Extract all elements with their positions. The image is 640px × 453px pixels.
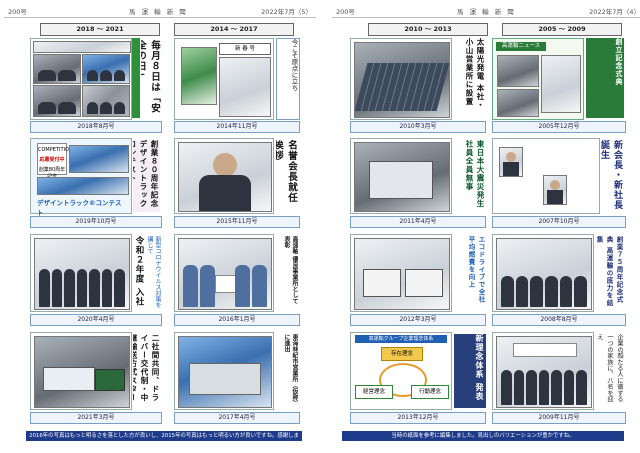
photo — [497, 89, 539, 117]
article-clipping — [492, 234, 594, 312]
issue-caption: 2018年8月号 — [30, 121, 162, 133]
issue-caption: 2011年4月号 — [350, 216, 486, 228]
issue-caption: 2015年11月号 — [174, 216, 300, 228]
article-clipping — [492, 138, 600, 214]
subheadline: 新型コロナウイルス対策を講じて — [147, 236, 161, 308]
issue-caption: 2007年10月号 — [492, 216, 626, 228]
issue-caption: 2009年11月号 — [492, 412, 626, 424]
issue-date: 2022年7月（4） — [589, 8, 640, 16]
photo — [33, 41, 131, 53]
poster-image — [181, 47, 217, 105]
photo — [497, 55, 539, 87]
editor-note: 当時の紙面を参考に編集しました。見出しのバリエーションが豊かですね。 — [342, 431, 624, 441]
column-range-heading: 2018 〜 2021 — [40, 23, 160, 36]
group-photo — [178, 238, 272, 310]
headline: 令和２年度 入社式 — [134, 236, 144, 307]
portrait-photo — [499, 147, 523, 177]
headline: 二社間共同、ドライバー交代制・中継輸送方式スタート — [133, 334, 160, 402]
issue-caption: 2005年12月号 — [492, 121, 626, 133]
photo — [33, 54, 81, 84]
photo — [82, 85, 130, 117]
issue-caption: 2017年4月号 — [174, 412, 300, 424]
article-clipping — [350, 138, 452, 214]
issue-caption: 2012年3月号 — [350, 314, 486, 326]
article-clipping: COMPETITION 応募受付中 創業80周年記念 デザイントラック®コンテス… — [30, 138, 132, 217]
issue-caption: 2020年4月号 — [30, 314, 162, 326]
contest-logo: COMPETITION 応募受付中 創業80周年記念 — [37, 143, 73, 180]
building-photo — [178, 336, 272, 408]
contest-label: デザイントラック®コンテスト — [37, 199, 122, 217]
paper-name: 馬 運 輸 新 聞 — [457, 8, 516, 16]
ceremony-photo — [496, 238, 592, 310]
headline: 毎月８日は「安全の日」 — [141, 40, 160, 114]
issue-caption: 2021年3月号 — [30, 412, 162, 424]
headline: 新理念体系 発表 — [454, 334, 486, 408]
headline: 企業の顔たる人に徹する 一つの家族に、八名を迎え — [596, 334, 623, 403]
editor-note: 2016年の写真はもっと明るさを落とした方が良いし、2015年の写真はもっと明る… — [26, 431, 302, 449]
news-logo: 高運輸ニュース — [496, 42, 546, 51]
headline: 高速軸 優良事業所として表彰 — [283, 236, 298, 305]
truck-photo — [34, 336, 130, 408]
article-clipping — [174, 332, 274, 410]
headline: 東海林紀市営業所（仮称）に進出 — [283, 334, 298, 406]
headline: エコドライブで全社平均燃費を向上 — [467, 236, 485, 304]
issue-caption: 2014年11月号 — [174, 121, 300, 133]
article-clipping — [350, 234, 452, 312]
group-photo — [496, 336, 592, 408]
page-header: 200号 馬 運 輸 新 聞 2022年7月（4） — [332, 5, 640, 18]
article-clipping — [174, 138, 274, 214]
article-clipping — [350, 38, 452, 120]
article-clipping — [30, 234, 132, 312]
damage-photo — [354, 142, 450, 212]
article-clipping: 高運輸ニュース — [492, 38, 584, 120]
article-clipping — [30, 332, 132, 410]
page-number: 200号 — [336, 8, 355, 16]
headline: 創業８０周年記念 デザイントラック コンテスト — [133, 140, 160, 212]
page-number: 200号 — [8, 8, 27, 16]
portrait-photo — [543, 175, 567, 205]
issue-caption: 2016年1月号 — [174, 314, 300, 326]
truck-image — [37, 177, 129, 195]
group-photo — [34, 238, 130, 310]
column-range-heading: 2010 〜 2013 — [368, 23, 488, 36]
article-clipping — [174, 234, 274, 312]
right-page: 200号 馬 運 輸 新 聞 2022年7月（4） 2010 〜 2013 20… — [332, 0, 640, 453]
article-clipping — [30, 38, 132, 120]
issue-caption: 2013年12月号 — [350, 412, 486, 424]
issue-caption: 2019年10月号 — [30, 216, 162, 228]
vehicle-photo — [354, 238, 450, 310]
article-clipping — [492, 332, 594, 410]
text-block — [219, 57, 271, 117]
headline: 名誉会長就任 挨拶 — [276, 140, 297, 212]
left-page: 200号 馬 運 輸 新 聞 2022年7月（5） 2018 〜 2021 20… — [4, 0, 316, 453]
diagram-heading: 高運輸グループ企業理念体系 — [355, 335, 447, 343]
diagram-node: 存在理念 — [381, 347, 423, 361]
article-clipping: 新 春 号 — [174, 38, 274, 120]
page-header: 200号 馬 運 輸 新 聞 2022年7月（5） — [4, 5, 316, 18]
issue-date: 2022年7月（5） — [261, 8, 312, 16]
solar-panel-photo — [354, 42, 450, 118]
issue-caption: 2010年3月号 — [350, 121, 486, 133]
diagram-node: 行動理念 — [411, 385, 449, 399]
photo — [33, 85, 81, 117]
diagram-node: 経営理念 — [355, 385, 393, 399]
paper-name: 馬 運 輸 新 聞 — [129, 8, 188, 16]
headline: 創立記念式典 — [586, 38, 624, 118]
headline: 創業７５周年記念式典 高運輸の底力を結集 — [595, 236, 623, 307]
column-range-heading: 2014 〜 2017 — [174, 23, 294, 36]
portrait-photo — [178, 142, 272, 212]
issue-label: 新 春 号 — [219, 43, 271, 55]
accent-bar — [132, 38, 140, 118]
headline: 太陽光発電 本社・小山営業所に設置 — [465, 38, 485, 110]
headline: 今こそ原点に立ち — [276, 38, 300, 120]
headline: 新会長・新社長 誕生 — [600, 140, 622, 212]
column-range-heading: 2005 〜 2009 — [502, 23, 622, 36]
photo — [82, 54, 130, 84]
headline: 東日本大震災発生 社員全員無事 — [465, 140, 485, 208]
article-clipping: 高運輸グループ企業理念体系 存在理念 経営理念 行動理念 — [350, 332, 452, 410]
text-block — [541, 55, 581, 113]
truck-image — [69, 145, 129, 173]
issue-caption: 2008年8月号 — [492, 314, 626, 326]
